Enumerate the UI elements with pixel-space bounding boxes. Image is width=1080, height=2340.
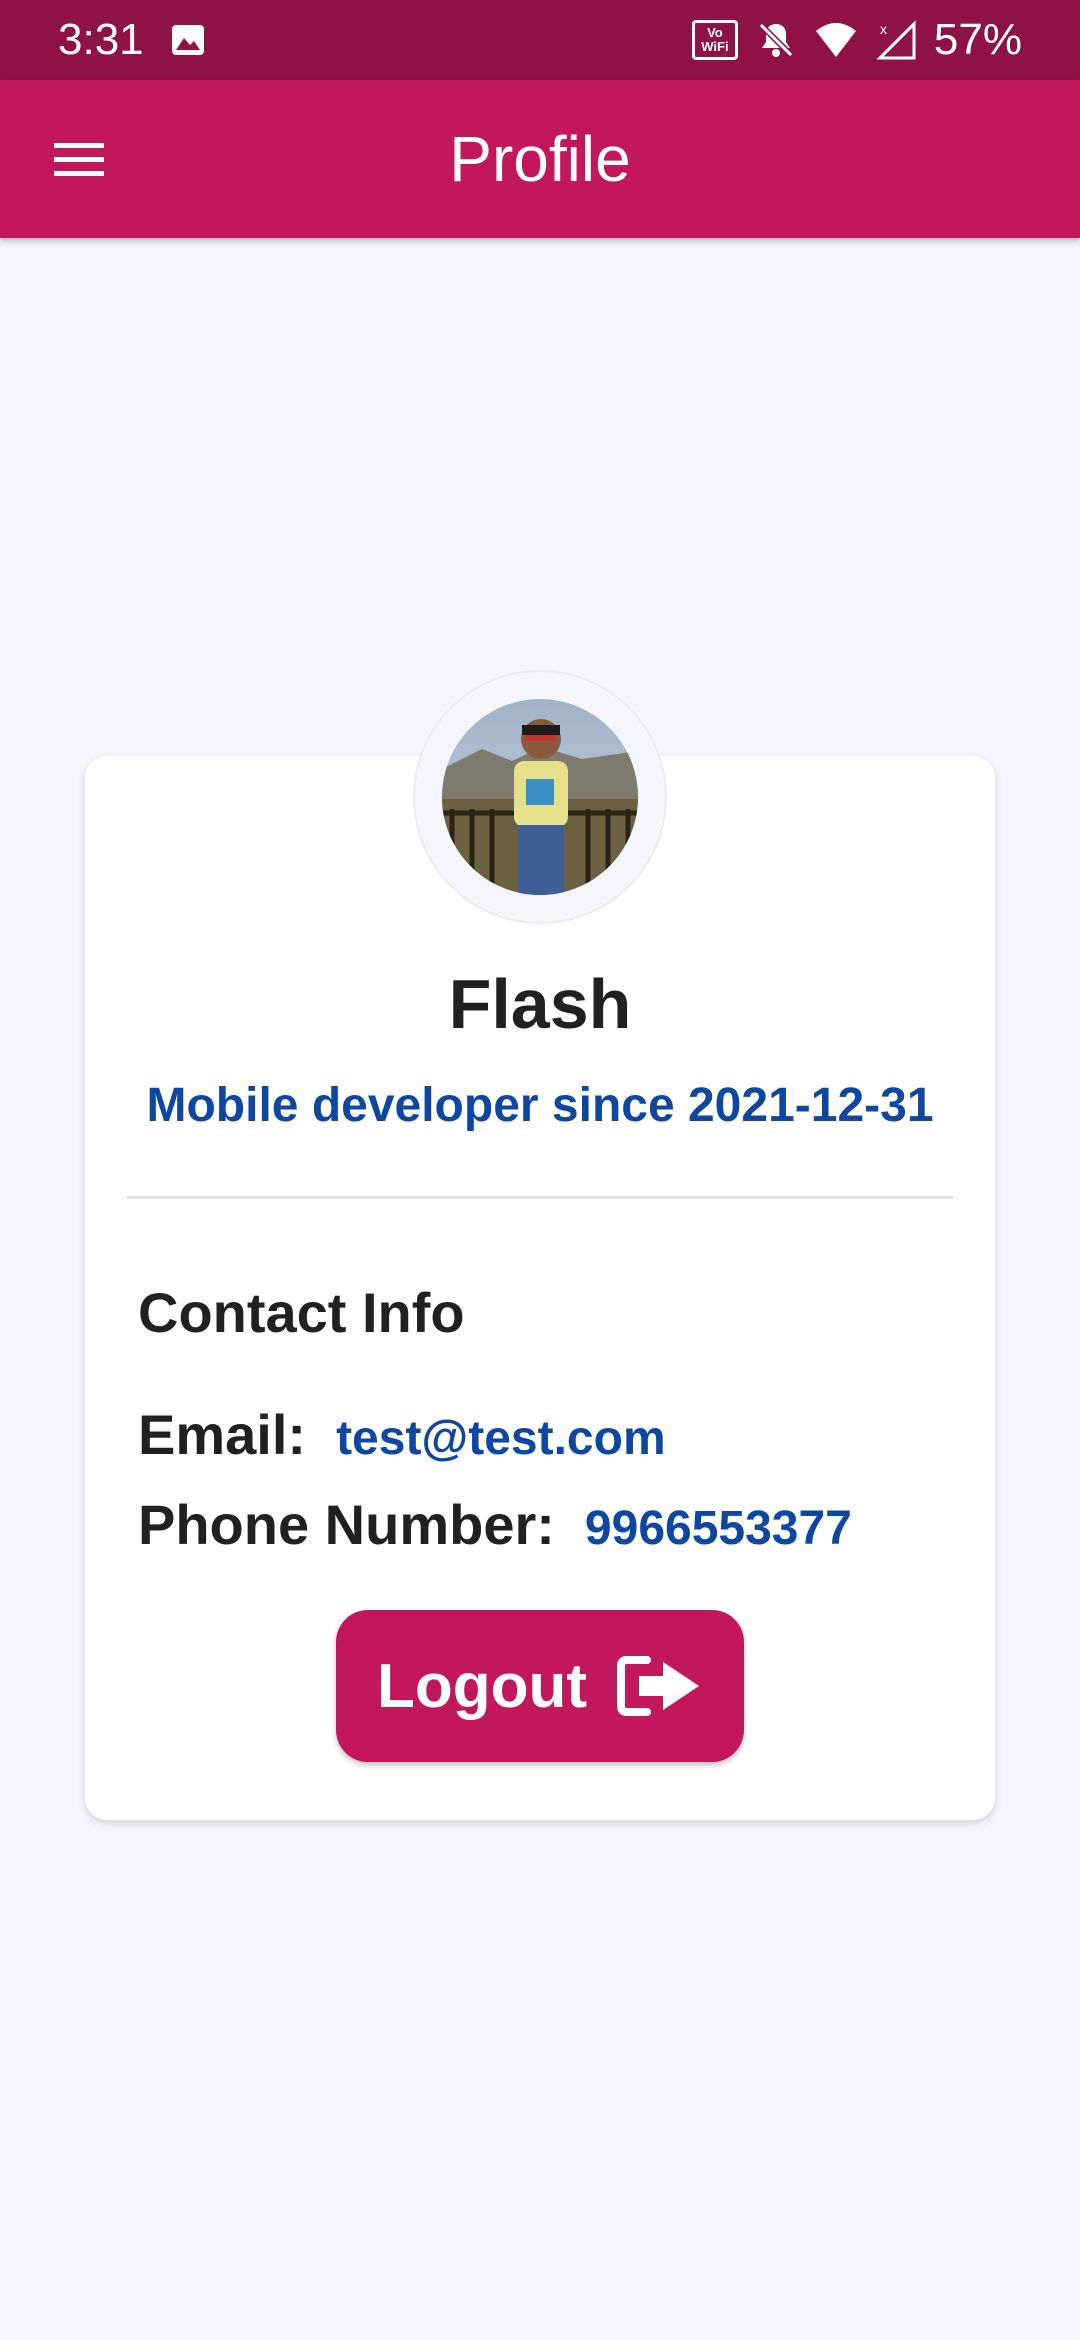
vowifi-icon: Vo WiFi [691,20,738,60]
contact-info-title: Contact Info [138,1281,465,1344]
phone-row: Phone Number: 9966553377 [138,1492,852,1557]
avatar-ring [413,670,667,924]
status-right: Vo WiFi x 57% [691,15,1022,65]
status-time: 3:31 [58,15,144,64]
battery-percent: 57% [933,15,1022,64]
image-icon [170,23,206,57]
email-label: Email: [138,1403,307,1466]
logout-button[interactable]: Logout [336,1610,744,1762]
page-title: Profile [449,123,631,195]
avatar [442,699,638,895]
divider [127,1196,953,1199]
email-value: test@test.com [336,1412,666,1465]
bell-off-icon [756,20,796,60]
signal-icon: x [876,20,916,60]
phone-label: Phone Number: [138,1493,555,1556]
vowifi-bottom-text: WiFi [701,39,729,54]
vowifi-top-text: Vo [707,25,723,40]
email-row: Email: test@test.com [138,1402,666,1467]
status-left: 3:31 [58,15,206,65]
logout-label: Logout [376,1651,587,1721]
wifi-icon [814,21,858,59]
profile-subtitle: Mobile developer since 2021-12-31 [146,1079,934,1132]
phone-value: 9966553377 [584,1502,852,1555]
app-bar: Profile [0,80,1080,238]
svg-text:x: x [880,21,887,37]
status-bar: 3:31 Vo WiFi x 57% [0,0,1080,80]
profile-name: Flash [448,965,632,1043]
logout-icon [617,1656,699,1716]
